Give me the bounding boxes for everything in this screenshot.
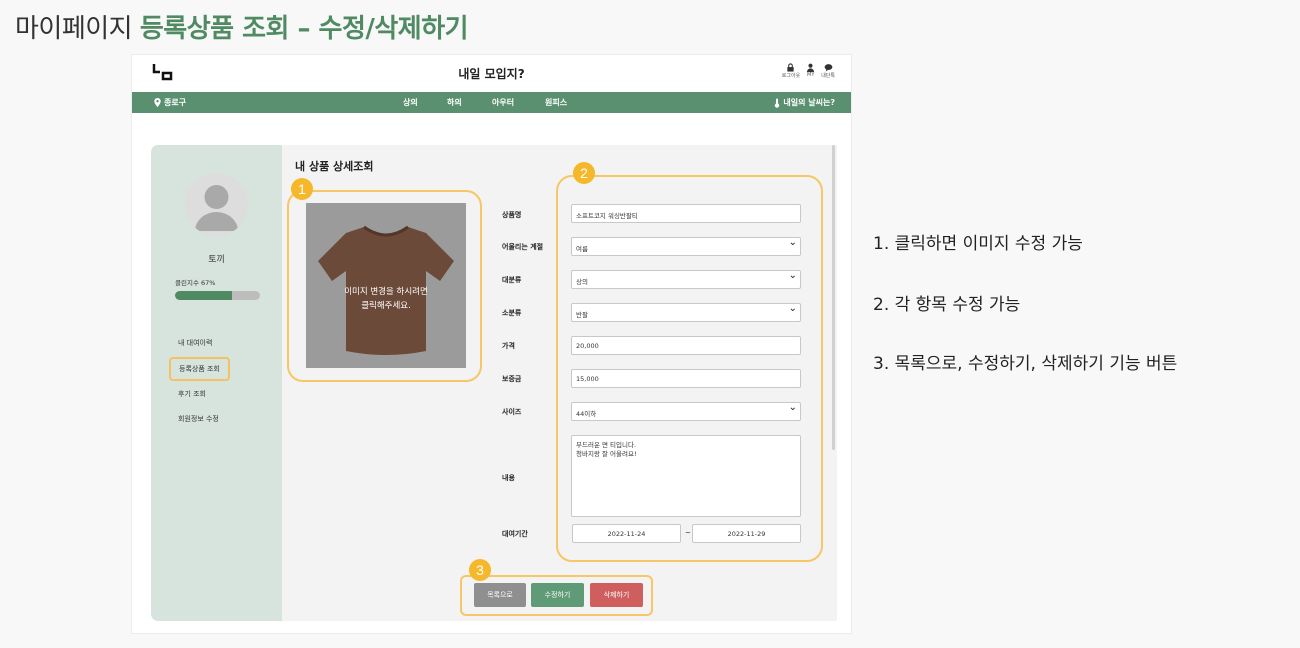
my-button[interactable]: MY xyxy=(806,63,815,79)
season-label: 어울리는 계절 xyxy=(502,243,544,251)
product-image-upload[interactable]: 이미지 변경을 하시려면 클릭해주세요. xyxy=(306,203,466,368)
header-icons: 로그아웃 MY 내단톡 xyxy=(782,63,835,79)
clean-index-label: 클린지수 67% xyxy=(175,279,216,287)
callout-badge-1: 1 xyxy=(291,178,313,200)
user-name: 토끼 xyxy=(208,255,225,265)
nav-bar: 종로구 상의 하의 아우터 원피스 내일의 날씨는? xyxy=(132,92,851,113)
location-label: 종로구 xyxy=(164,98,187,107)
category-select[interactable]: 상의 xyxy=(571,270,801,289)
sidebar-item-registered-products[interactable]: 등록상품 조회 xyxy=(169,357,230,381)
my-label: MY xyxy=(807,72,815,78)
logout-button[interactable]: 로그아웃 xyxy=(782,63,800,79)
sidebar-item-edit-profile[interactable]: 회원정보 수정 xyxy=(178,414,219,424)
delete-button[interactable]: 삭제하기 xyxy=(590,583,643,607)
subcategory-select[interactable]: 반팔 xyxy=(571,303,801,322)
page-heading-prefix: 마이페이지 xyxy=(15,14,133,44)
user-avatar-icon xyxy=(195,185,238,231)
season-select[interactable]: 여름 xyxy=(571,237,801,256)
nav-item-tops[interactable]: 상의 xyxy=(403,97,447,108)
category-menu: 상의 하의 아우터 원피스 xyxy=(403,97,567,108)
top-header: 내일 모입지? 로그아웃 MY 내단톡 xyxy=(132,55,851,92)
description-line1: 부드러운 면 티입니다. xyxy=(576,441,637,449)
nav-item-outer[interactable]: 아우터 xyxy=(492,97,545,108)
scrollbar[interactable] xyxy=(832,145,835,450)
page-heading: 마이페이지 등록상품 조회 – 수정/삭제하기 xyxy=(15,12,469,46)
clean-index-fill xyxy=(175,291,232,300)
size-label: 사이즈 xyxy=(502,408,522,416)
chat-button[interactable]: 내단톡 xyxy=(821,63,835,79)
chat-icon xyxy=(824,64,832,72)
product-detail-panel: 내 상품 상세조회 이미지 변경을 하시려면 클릭해주세요. 상품명 소프트코지… xyxy=(282,145,837,621)
chat-label: 내단톡 xyxy=(821,73,835,79)
product-name-label: 상품명 xyxy=(502,211,522,219)
price-label: 가격 xyxy=(502,342,515,350)
map-pin-icon xyxy=(154,98,161,107)
subcategory-label: 소분류 xyxy=(502,309,522,317)
sidebar-item-reviews[interactable]: 후기 조회 xyxy=(178,389,206,399)
rental-start-date[interactable]: 2022-11-24 xyxy=(572,524,681,543)
clean-index-bar xyxy=(175,291,260,300)
logout-label: 로그아웃 xyxy=(781,73,801,79)
rental-period-label: 대여기간 xyxy=(502,530,528,538)
avatar xyxy=(185,173,248,236)
site-title[interactable]: 내일 모입지? xyxy=(132,65,851,82)
image-change-hint: 이미지 변경을 하시려면 클릭해주세요. xyxy=(306,285,466,313)
back-to-list-button[interactable]: 목록으로 xyxy=(474,583,526,607)
weather-label: 내일의 날씨는? xyxy=(783,98,835,107)
deposit-input[interactable]: 15,000 xyxy=(571,369,801,388)
location-selector[interactable]: 종로구 xyxy=(154,97,186,108)
callout-badge-2: 2 xyxy=(573,162,595,184)
product-name-input[interactable]: 소프트코지 워싱반팔티 xyxy=(571,204,801,223)
edit-button[interactable]: 수정하기 xyxy=(531,583,584,607)
note-item-1: 1. 클릭하면 이미지 수정 가능 xyxy=(873,234,1083,254)
page-heading-highlight: 등록상품 조회 – 수정/삭제하기 xyxy=(139,14,469,44)
description-label: 내용 xyxy=(502,474,515,482)
image-hint-line1: 이미지 변경을 하시려면 xyxy=(344,287,428,297)
description-line2: 청바지랑 잘 어울려요! xyxy=(576,450,637,458)
note-item-2: 2. 각 항목 수정 가능 xyxy=(873,295,1021,315)
content-title: 내 상품 상세조회 xyxy=(295,160,374,173)
thermometer-icon xyxy=(775,98,780,108)
deposit-label: 보증금 xyxy=(502,375,522,383)
sidebar-item-rental-history[interactable]: 내 대여이력 xyxy=(178,338,212,348)
nav-item-bottoms[interactable]: 하의 xyxy=(447,97,492,108)
rental-end-date[interactable]: 2022-11-29 xyxy=(692,524,801,543)
mypage-sidebar: 토끼 클린지수 67% 내 대여이력 등록상품 조회 후기 조회 회원정보 수정 xyxy=(151,145,282,621)
nav-item-onepiece[interactable]: 원피스 xyxy=(545,97,567,108)
image-hint-line2: 클릭해주세요. xyxy=(361,301,411,311)
size-select[interactable]: 44이하 xyxy=(571,402,801,421)
user-icon xyxy=(807,63,815,72)
date-separator: ~ xyxy=(685,529,691,537)
lock-icon xyxy=(787,63,795,72)
weather-link[interactable]: 내일의 날씨는? xyxy=(774,97,835,108)
description-textarea[interactable]: 부드러운 면 티입니다. 청바지랑 잘 어울려요! xyxy=(571,435,801,517)
app-mockup: 내일 모입지? 로그아웃 MY 내단톡 종로구 상의 하의 아우터 원피스 내일… xyxy=(132,55,851,633)
callout-badge-3: 3 xyxy=(469,559,491,581)
category-label: 대분류 xyxy=(502,276,522,284)
note-item-3: 3. 목록으로, 수정하기, 삭제하기 기능 버튼 xyxy=(873,354,1178,374)
price-input[interactable]: 20,000 xyxy=(571,336,801,355)
